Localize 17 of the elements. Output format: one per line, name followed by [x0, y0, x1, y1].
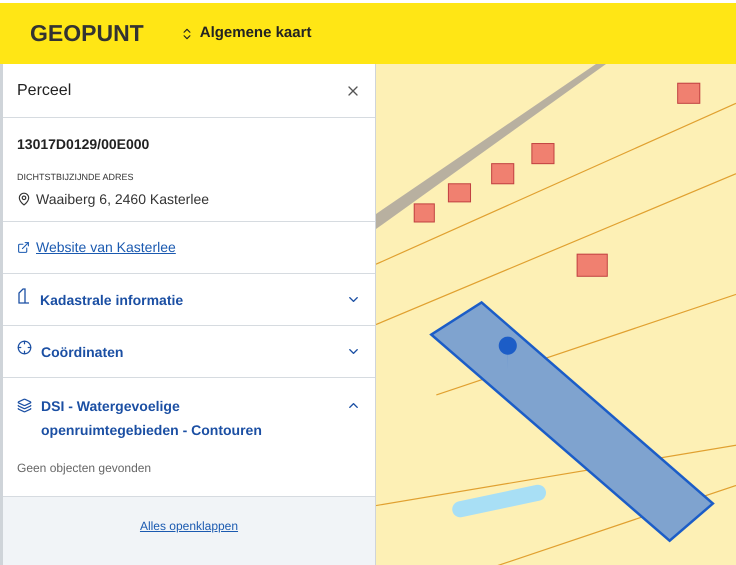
- panel-title: Perceel: [17, 80, 72, 100]
- address: Waaiberg 6, 2460 Kasterlee: [36, 190, 210, 209]
- website-link[interactable]: Website van Kasterlee: [36, 237, 176, 258]
- location-icon: [17, 192, 31, 206]
- parcel-id: 13017D0129/00E000: [17, 135, 150, 154]
- external-link-icon: [17, 241, 30, 254]
- address-label: DICHTSTBIJZIJNDE ADRES: [17, 171, 135, 184]
- empty-message: Geen objecten gevonden: [17, 461, 152, 475]
- accordion-header[interactable]: Coördinaten: [3, 326, 375, 377]
- building-icon: [17, 288, 31, 304]
- accordion-header[interactable]: Kadastrale informatie: [3, 274, 375, 325]
- layers-icon: [17, 398, 32, 413]
- crosshair-icon: [17, 340, 32, 354]
- accordion-header[interactable]: DSI - Watergevoelige openruimtegebieden - Contouren: [3, 378, 375, 452]
- expand-all-link[interactable]: Alles openklappen: [140, 517, 238, 535]
- logo: GEOPUNT: [30, 19, 144, 48]
- map-selector[interactable]: Algemene kaart: [180, 22, 312, 45]
